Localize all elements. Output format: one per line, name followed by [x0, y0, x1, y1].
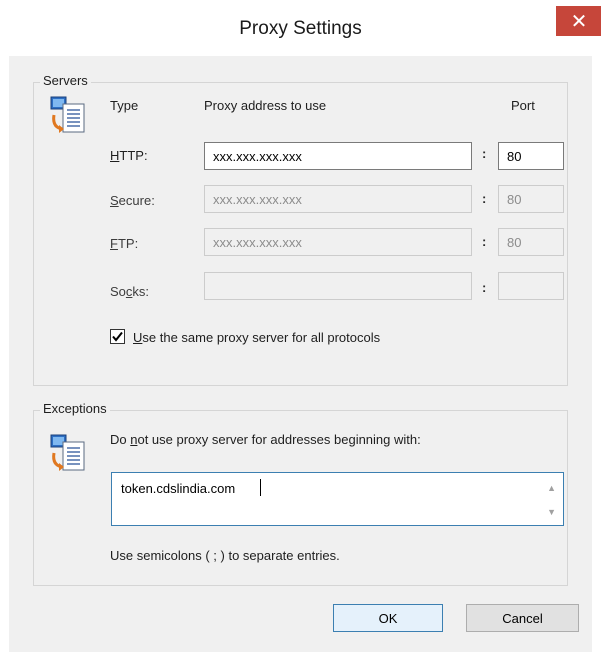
exceptions-value: token.cdslindia.com [121, 481, 236, 496]
close-button[interactable]: ✕ [556, 6, 601, 36]
ftp-colon: : [482, 234, 487, 249]
scroll-up-icon[interactable]: ▲ [547, 483, 556, 493]
exceptions-textarea[interactable]: token.cdslindia.com ▲ ▼ [111, 472, 564, 526]
network-computer-icon [50, 96, 85, 133]
http-address-input[interactable]: xxx.xxx.xxx.xxx [204, 142, 472, 170]
scroll-down-icon[interactable]: ▼ [547, 507, 556, 517]
title-bar[interactable]: Proxy Settings ✕ [0, 0, 601, 56]
secure-label: Secure: [110, 193, 155, 208]
close-icon: ✕ [570, 10, 588, 33]
secure-colon: : [482, 191, 487, 206]
socks-address-input[interactable] [204, 272, 472, 300]
socks-label: Socks: [110, 284, 150, 299]
ftp-address-input[interactable]: xxx.xxx.xxx.xxx [204, 228, 472, 256]
checkmark-icon [112, 331, 123, 342]
address-column-header: Proxy address to use [204, 98, 327, 113]
servers-legend: Servers [40, 73, 91, 88]
window-title: Proxy Settings [239, 18, 362, 39]
port-column-header: Port [511, 98, 535, 113]
same-proxy-label[interactable]: Use the same proxy server for all protoc… [133, 330, 380, 345]
secure-port-input[interactable]: 80 [498, 185, 564, 213]
cancel-button[interactable]: Cancel [466, 604, 579, 632]
http-port-input[interactable]: 80 [498, 142, 564, 170]
text-caret [260, 479, 261, 496]
window-border-left [0, 56, 9, 652]
exceptions-hint: Use semicolons ( ; ) to separate entries… [110, 548, 340, 563]
ok-button[interactable]: OK [333, 604, 443, 632]
ftp-label: FTP: [110, 236, 139, 251]
socks-port-input[interactable] [498, 272, 564, 300]
http-label: HTTP: [110, 148, 148, 163]
window-border-right [592, 56, 601, 652]
exceptions-prompt: Do not use proxy server for addresses be… [110, 432, 421, 447]
exceptions-legend: Exceptions [40, 401, 110, 416]
proxy-settings-dialog: Proxy Settings ✕ Servers Type Proxy addr… [0, 0, 601, 652]
secure-address-input[interactable]: xxx.xxx.xxx.xxx [204, 185, 472, 213]
same-proxy-checkbox[interactable] [110, 329, 125, 344]
type-column-header: Type [110, 98, 139, 113]
http-colon: : [482, 146, 487, 161]
ftp-port-input[interactable]: 80 [498, 228, 564, 256]
network-computer-icon [50, 434, 85, 471]
socks-colon: : [482, 280, 487, 295]
